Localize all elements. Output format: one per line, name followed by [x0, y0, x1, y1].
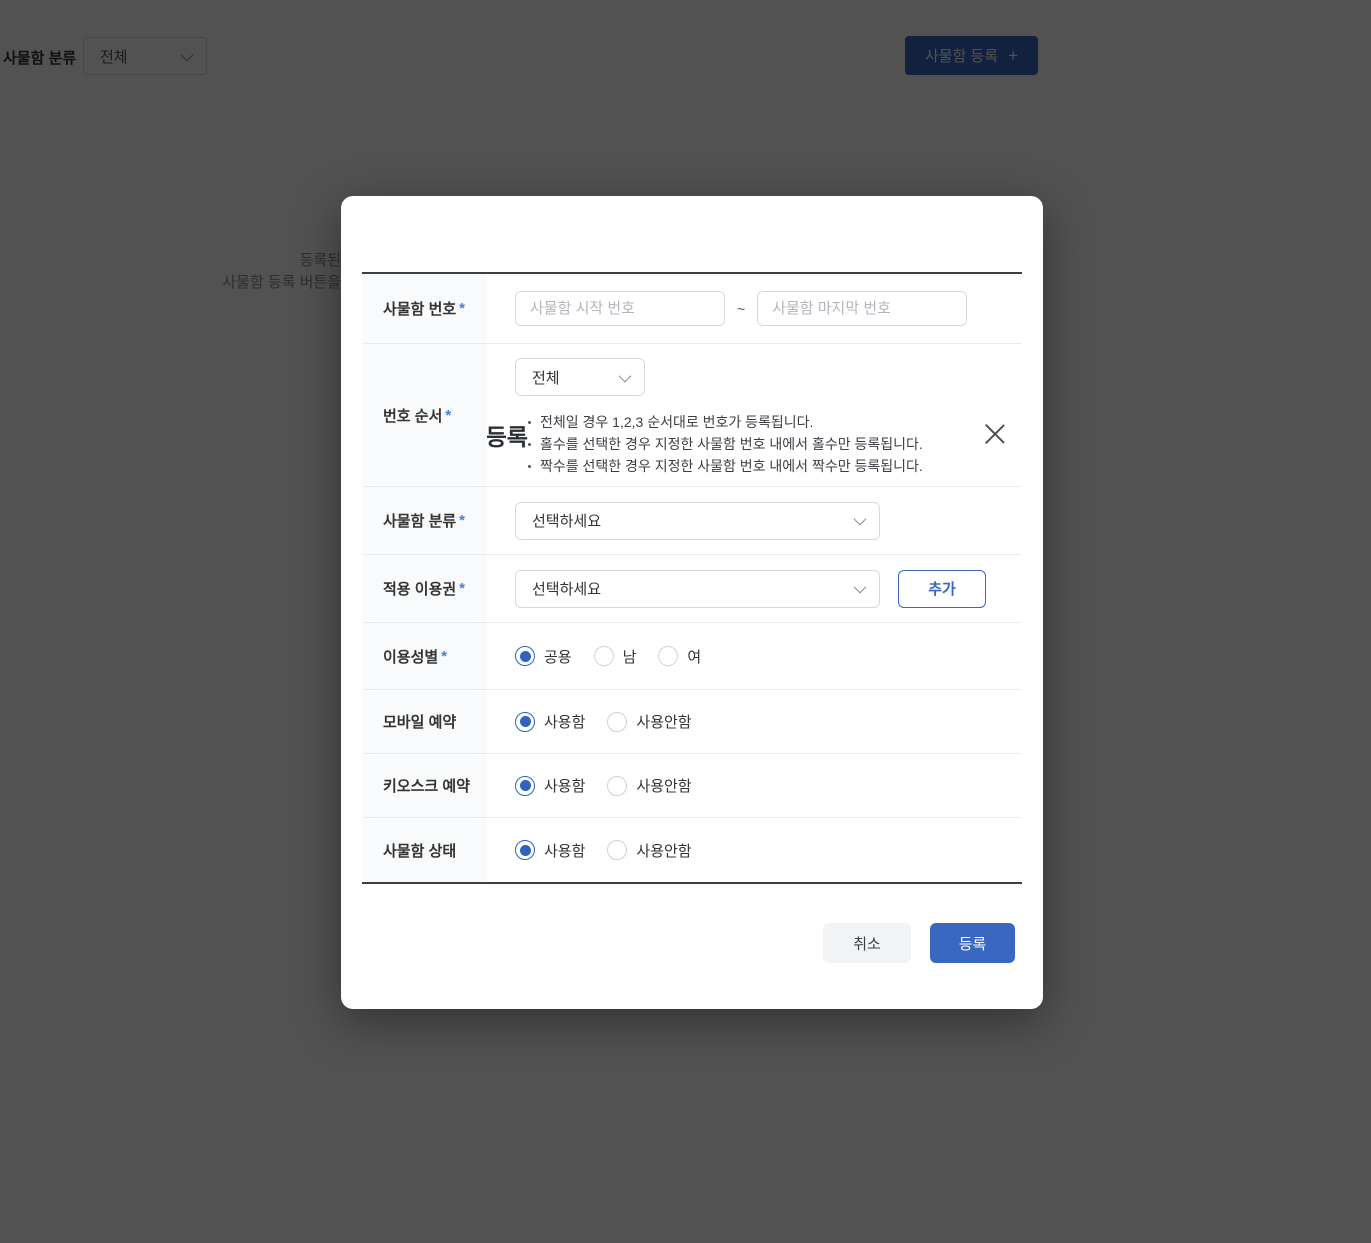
chevron-down-icon: [853, 512, 867, 526]
locker-register-form: 사물함 번호 * ~ 번호 순서 * 전체: [362, 272, 1022, 884]
locker-register-modal: 사물함 정보 등록 사물함 번호 * ~ 번호 순서 * 전체: [341, 196, 1043, 1009]
row-mobile-reservation: 모바일 예약 사용함 사용안함: [362, 690, 1022, 754]
required-asterisk: *: [459, 512, 466, 529]
kiosk-reservation-label: 키오스크 예약: [362, 754, 487, 817]
row-number-order: 번호 순서 * 전체 전체일 경우 1,2,3 순서대로 번호가 등록됩니다. …: [362, 344, 1022, 487]
gender-radio-common[interactable]: 공용: [515, 646, 572, 667]
radio-circle-icon: [607, 775, 628, 796]
bullet-icon: [528, 443, 531, 446]
row-locker-number: 사물함 번호 * ~: [362, 274, 1022, 344]
gender-radio-female[interactable]: 여: [658, 646, 701, 667]
bullet-icon: [528, 421, 531, 424]
row-locker-category: 사물함 분류 * 선택하세요: [362, 487, 1022, 555]
required-asterisk: *: [441, 647, 448, 665]
radio-circle-icon: [515, 646, 535, 666]
locker-category-select[interactable]: 선택하세요: [515, 501, 880, 540]
gender-radio-male[interactable]: 남: [593, 646, 636, 667]
number-order-notes: 전체일 경우 1,2,3 순서대로 번호가 등록됩니다. 홀수를 선택한 경우 …: [515, 411, 923, 477]
locker-end-number-input[interactable]: [757, 291, 968, 326]
locker-category-label: 사물함 분류 *: [362, 487, 487, 554]
required-asterisk: *: [459, 580, 466, 597]
add-pass-button[interactable]: 추가: [898, 569, 986, 608]
required-asterisk: *: [459, 300, 466, 317]
modal-footer: 취소 등록: [823, 923, 1015, 963]
mobile-reservation-label: 모바일 예약: [362, 690, 487, 753]
row-applied-pass: 적용 이용권 * 선택하세요 추가: [362, 555, 1022, 623]
radio-circle-icon: [515, 711, 535, 732]
row-locker-status: 사물함 상태 사용함 사용안함: [362, 818, 1022, 882]
locker-status-radio-on[interactable]: 사용함: [515, 840, 585, 861]
radio-circle-icon: [515, 840, 535, 860]
applied-pass-label: 적용 이용권 *: [362, 555, 487, 622]
mobile-reservation-radio-off[interactable]: 사용안함: [607, 711, 692, 732]
radio-circle-icon: [515, 775, 535, 796]
note-item: 전체일 경우 1,2,3 순서대로 번호가 등록됩니다.: [515, 411, 923, 433]
applied-pass-select[interactable]: 선택하세요: [515, 569, 880, 608]
number-order-label: 번호 순서 *: [362, 344, 487, 486]
radio-circle-icon: [607, 711, 628, 732]
required-asterisk: *: [445, 406, 452, 424]
row-gender: 이용성별 * 공용 남 여: [362, 623, 1022, 690]
submit-button[interactable]: 등록: [930, 923, 1015, 963]
radio-circle-icon: [593, 646, 614, 666]
number-order-select[interactable]: 전체: [515, 358, 645, 396]
locker-start-number-input[interactable]: [515, 291, 725, 326]
note-item: 홀수를 선택한 경우 지정한 사물함 번호 내에서 홀수만 등록됩니다.: [515, 433, 923, 455]
row-kiosk-reservation: 키오스크 예약 사용함 사용안함: [362, 754, 1022, 818]
locker-status-label: 사물함 상태: [362, 818, 487, 882]
range-separator: ~: [737, 300, 746, 317]
locker-status-radio-off[interactable]: 사용안함: [607, 840, 692, 861]
number-order-select-value: 전체: [532, 369, 560, 387]
cancel-button[interactable]: 취소: [823, 923, 911, 963]
radio-circle-icon: [607, 840, 628, 860]
mobile-reservation-radio-on[interactable]: 사용함: [515, 711, 585, 732]
locker-category-select-value: 선택하세요: [532, 513, 602, 530]
gender-label: 이용성별 *: [362, 623, 487, 689]
applied-pass-select-value: 선택하세요: [532, 581, 602, 598]
kiosk-reservation-radio-off[interactable]: 사용안함: [607, 775, 692, 796]
note-item: 짝수를 선택한 경우 지정한 사물함 번호 내에서 짝수만 등록됩니다.: [515, 455, 923, 477]
chevron-down-icon: [618, 369, 632, 382]
kiosk-reservation-radio-on[interactable]: 사용함: [515, 775, 585, 796]
radio-circle-icon: [658, 646, 679, 666]
chevron-down-icon: [853, 580, 867, 594]
locker-number-label: 사물함 번호 *: [362, 274, 487, 343]
bullet-icon: [528, 465, 531, 468]
